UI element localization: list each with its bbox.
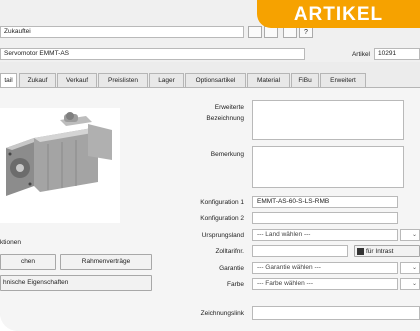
zeichnungslink-label: Zeichnungslink [200,310,244,317]
funktionen-label: ktionen [0,239,21,246]
erweiterte-label-line1: Erweiterte [214,104,244,111]
tab-optionsartikel-label: Optionsartikel [195,77,236,84]
header-mini-button-1[interactable] [248,26,262,38]
intrastat-button[interactable]: für Intrast [354,245,420,257]
artikel-number-value: 10291 [378,50,397,57]
bemerkung-input[interactable] [252,146,404,188]
tab-preislisten[interactable]: Preislisten [98,73,148,87]
konfiguration2-input[interactable] [252,212,398,224]
tab-lager-label: Lager [158,77,175,84]
zeichnungslink-input[interactable] [252,306,420,320]
erweiterte-bezeichnung-input[interactable] [252,100,404,140]
chevron-down-icon: ⌄ [411,265,417,271]
tab-fibu-label: FiBu [298,77,312,84]
farbe-dropdown[interactable]: ⌄ [400,278,420,290]
product-image [0,108,120,223]
help-icon: ? [304,29,308,36]
tab-detail-label: tail [4,77,13,84]
garantie-label: Garantie [219,265,244,272]
farbe-label: Farbe [227,281,244,288]
suchen-label: chen [20,258,36,265]
tab-verkauf-label: Verkauf [65,77,89,84]
servo-motor-image [6,112,112,196]
tab-material-label: Material [256,77,281,84]
suchen-button[interactable]: chen [0,254,56,270]
tab-preislisten-label: Preislisten [108,77,138,84]
konfiguration2-label: Konfiguration 2 [200,215,244,222]
rahmenvertraege-label: Rahmenverträge [81,258,131,265]
tab-detail[interactable]: tail [0,73,17,88]
ursprungsland-select[interactable]: --- Land wählen --- [252,229,398,241]
chevron-down-icon: ⌄ [411,232,417,238]
tab-zukauf-label: Zukauf [27,77,48,84]
ursprungsland-label: Ursprungsland [201,232,244,239]
bemerkung-label: Bemerkung [210,151,244,158]
article-type-value: Zukauftei [4,28,31,35]
tab-optionsartikel[interactable]: Optionsartikel [185,73,246,87]
farbe-value: --- Farbe wählen --- [257,280,313,287]
chevron-down-icon: ⌄ [411,281,417,287]
erweiterte-label-line2: Bezeichnung [206,115,244,122]
ursprungsland-value: --- Land wählen --- [257,231,311,238]
artikel-number-label: Artikel [351,51,370,58]
technische-eigenschaften-label: hnische Eigenschaften [3,279,69,286]
tab-bar: tail Zukauf Verkauf Preislisten Lager Op… [0,73,420,88]
zolltarifnr-label: Zolltarifnr. [215,248,244,255]
tab-verkauf[interactable]: Verkauf [57,73,97,87]
article-name-field[interactable]: Servomotor EMMT-AS [0,48,305,60]
zolltarifnr-input[interactable] [252,245,348,257]
garantie-dropdown[interactable]: ⌄ [400,262,420,274]
garantie-value: --- Garantie wählen --- [257,264,321,271]
intrastat-label: für Intrast [366,248,394,255]
konfiguration1-value: EMMT-AS-60-S-LS-RMB [257,198,330,205]
tab-lager[interactable]: Lager [149,73,184,87]
artikel-window: Zukauftei ? Servomotor EMMT-AS Artikel 1… [0,0,420,331]
tab-erweitert-label: Erweitert [330,77,356,84]
farbe-select[interactable]: --- Farbe wählen --- [252,278,398,290]
artikel-number-field[interactable]: 10291 [374,48,420,60]
tab-zukauf[interactable]: Zukauf [19,73,56,87]
technische-eigenschaften-button[interactable]: hnische Eigenschaften [0,275,152,291]
garantie-select[interactable]: --- Garantie wählen --- [252,262,398,274]
intrastat-icon [357,247,364,255]
ursprungsland-dropdown[interactable]: ⌄ [400,229,420,241]
article-name-value: Servomotor EMMT-AS [4,50,70,57]
rahmenvertraege-button[interactable]: Rahmenverträge [60,254,152,270]
article-type-field[interactable]: Zukauftei [0,26,244,38]
tab-material[interactable]: Material [247,73,290,87]
artikel-badge: ARTIKEL [257,0,420,28]
tab-erweitert[interactable]: Erweitert [320,73,366,87]
tab-fibu[interactable]: FiBu [291,73,319,87]
konfiguration1-label: Konfiguration 1 [200,199,244,206]
konfiguration1-input[interactable]: EMMT-AS-60-S-LS-RMB [252,196,398,208]
